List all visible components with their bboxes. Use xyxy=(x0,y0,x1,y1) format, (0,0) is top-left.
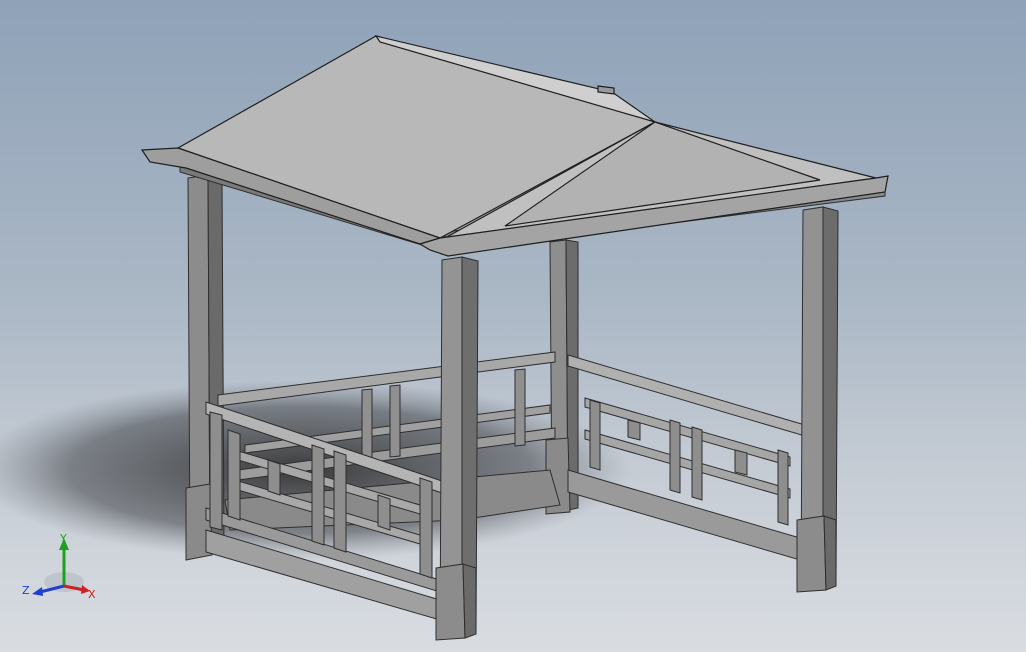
y-axis-label: Y xyxy=(59,532,67,545)
z-axis-label: Z xyxy=(22,584,30,597)
triad-graphic: Y X Z xyxy=(22,532,96,601)
gazebo-model[interactable] xyxy=(0,0,1026,652)
post-front-center xyxy=(435,256,479,641)
x-axis-label: X xyxy=(88,588,96,601)
post-front-right xyxy=(796,206,839,593)
orientation-triad[interactable]: Y X Z xyxy=(18,530,108,610)
roof xyxy=(140,35,889,257)
graphics-viewport[interactable]: Y X Z xyxy=(0,0,1026,652)
